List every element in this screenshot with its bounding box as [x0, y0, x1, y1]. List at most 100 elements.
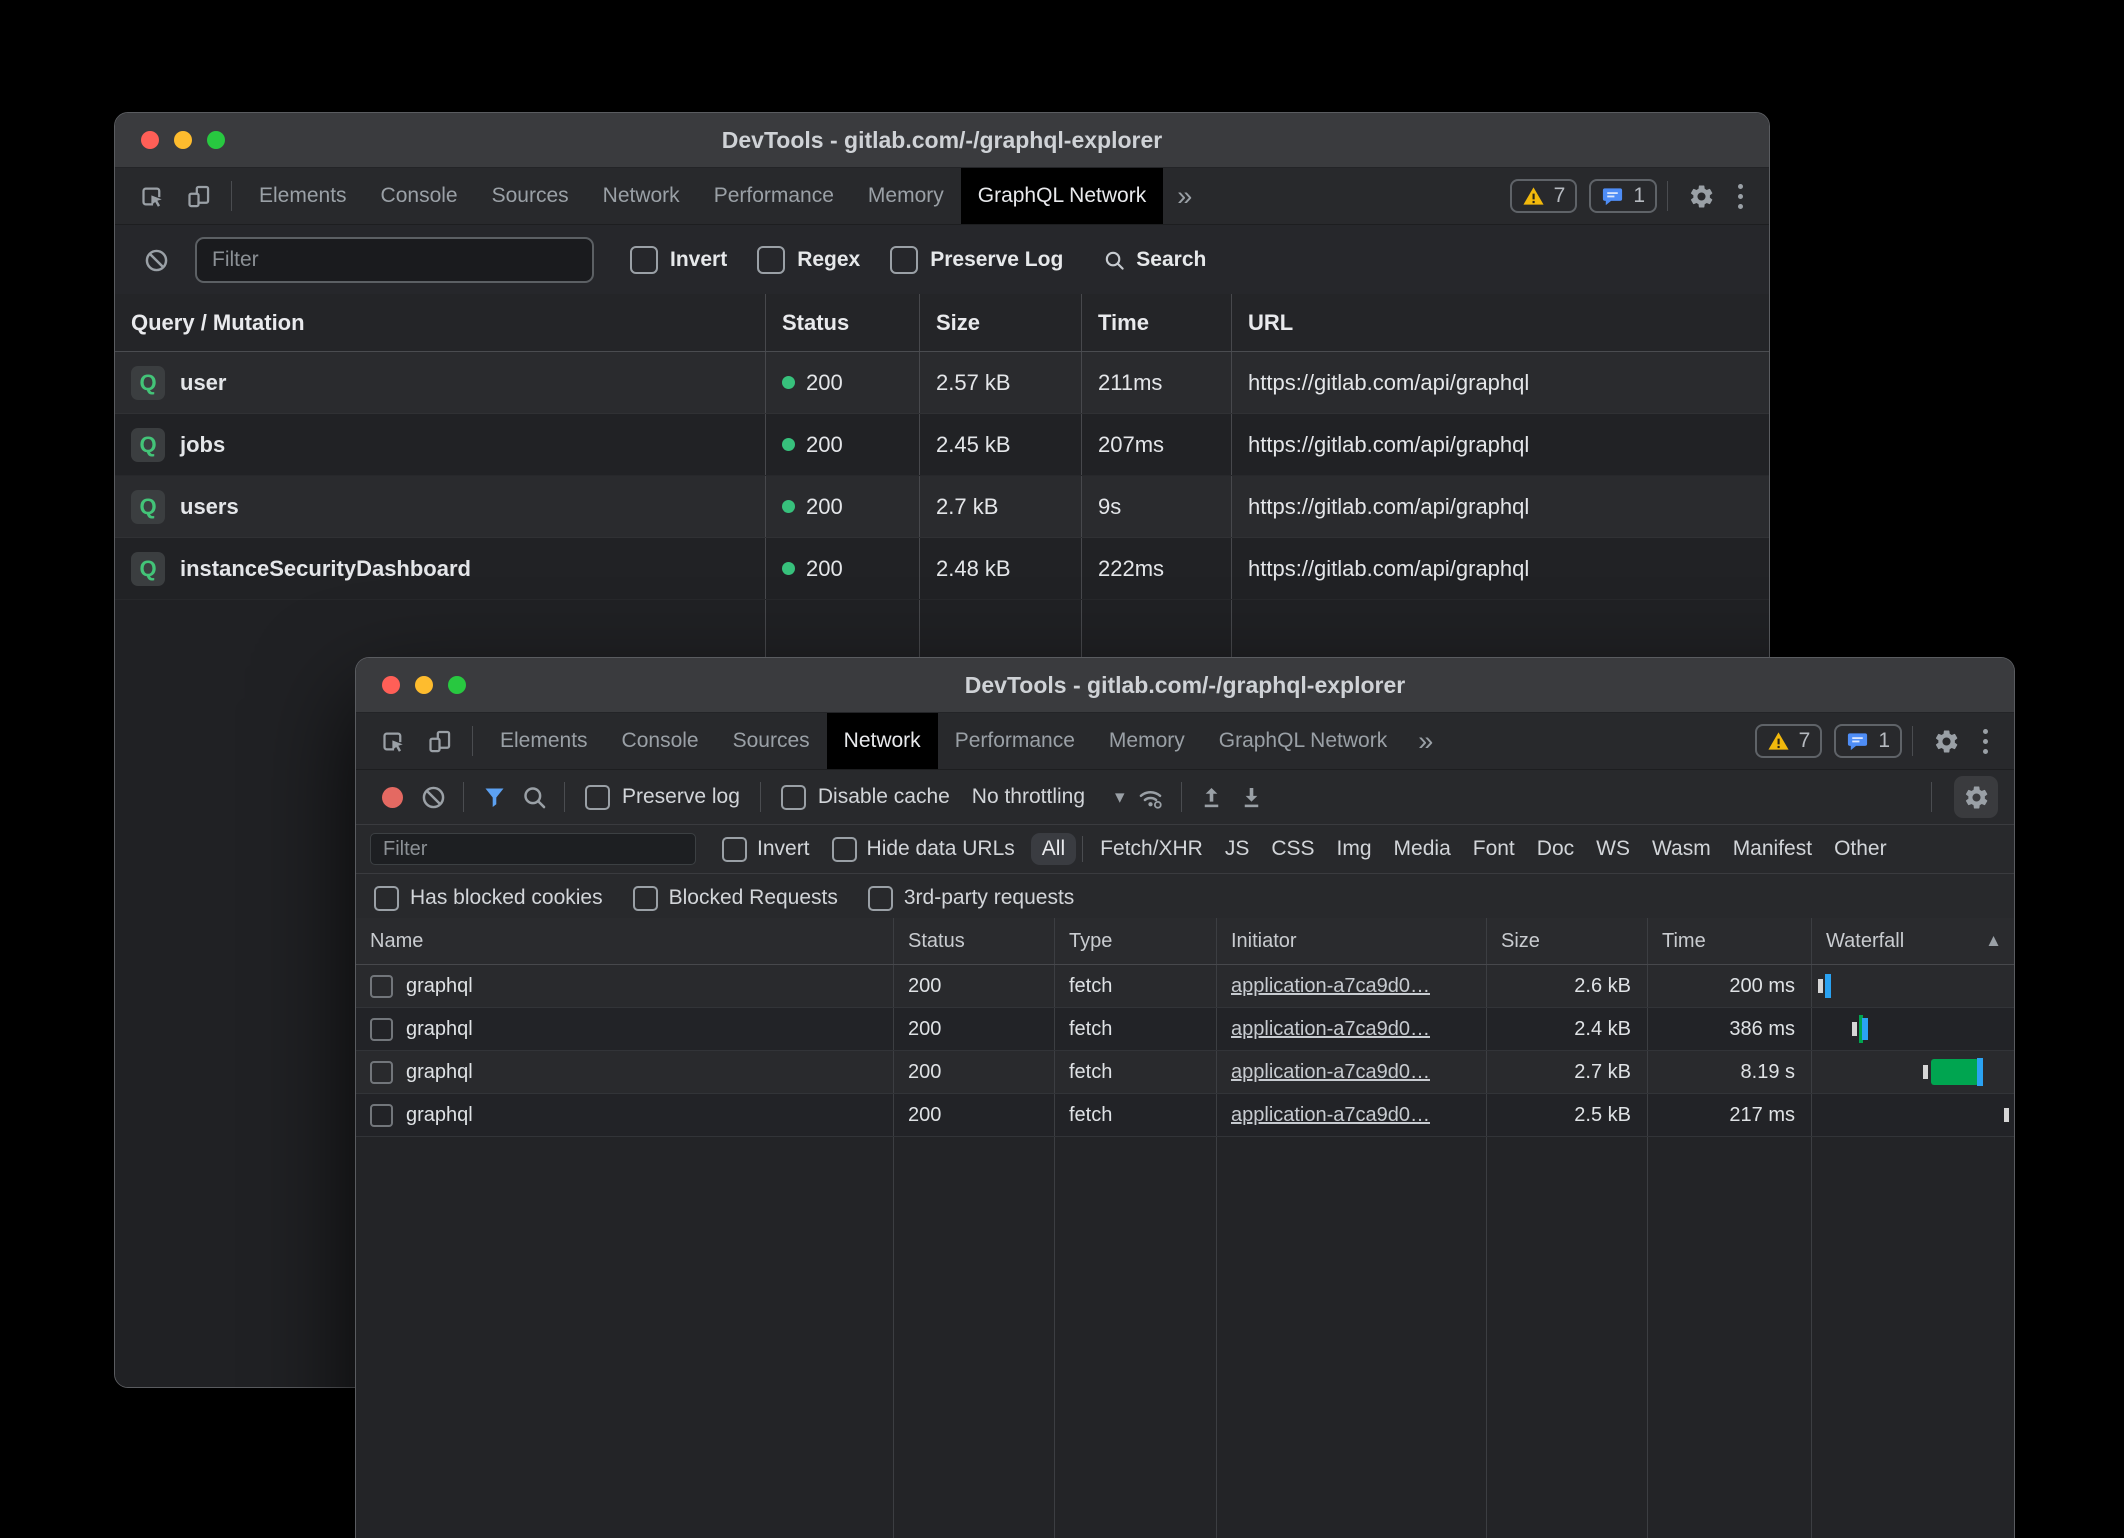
tab-performance[interactable]: Performance	[938, 713, 1092, 769]
checkbox[interactable]	[630, 246, 658, 274]
header-status[interactable]: Status	[766, 294, 920, 351]
tab-console[interactable]: Console	[364, 168, 475, 224]
checkbox[interactable]	[722, 837, 747, 862]
header-waterfall[interactable]: Waterfall ▲	[1812, 918, 2014, 964]
invert-checkbox[interactable]: Invert	[722, 837, 810, 862]
header-query-mutation[interactable]: Query / Mutation	[115, 294, 766, 351]
tab-network[interactable]: Network	[827, 713, 938, 769]
invert-checkbox[interactable]: Invert	[630, 246, 727, 274]
preserve-log-checkbox[interactable]: Preserve log	[585, 785, 740, 810]
initiator-link[interactable]: application-a7ca9d0…	[1231, 1061, 1430, 1084]
checkbox[interactable]	[757, 246, 785, 274]
type-chip-css[interactable]: CSS	[1260, 833, 1325, 865]
more-tabs-chevron-icon[interactable]: »	[1404, 726, 1447, 757]
tab-elements[interactable]: Elements	[483, 713, 605, 769]
table-row[interactable]: Q users 200 2.7 kB 9s https://gitlab.com…	[115, 476, 1769, 538]
hide-data-urls-checkbox[interactable]: Hide data URLs	[832, 837, 1015, 862]
type-chip-fetch-xhr[interactable]: Fetch/XHR	[1089, 833, 1214, 865]
export-har-icon[interactable]	[1232, 776, 1272, 818]
kebab-menu-icon[interactable]	[1969, 729, 2002, 754]
header-type[interactable]: Type	[1055, 918, 1217, 964]
type-chip-doc[interactable]: Doc	[1526, 833, 1585, 865]
row-checkbox[interactable]	[370, 975, 393, 998]
table-row[interactable]: Q instanceSecurityDashboard 200 2.48 kB …	[115, 538, 1769, 600]
checkbox[interactable]	[868, 886, 893, 911]
close-button[interactable]	[141, 131, 159, 149]
minimize-button[interactable]	[415, 676, 433, 694]
messages-badge[interactable]: 1	[1834, 724, 1902, 758]
type-chip-other[interactable]: Other	[1823, 833, 1898, 865]
header-status[interactable]: Status	[894, 918, 1055, 964]
initiator-link[interactable]: application-a7ca9d0…	[1231, 1104, 1430, 1127]
preserve-log-checkbox[interactable]: Preserve Log	[890, 246, 1063, 274]
clear-icon[interactable]	[133, 239, 179, 281]
header-initiator[interactable]: Initiator	[1217, 918, 1487, 964]
checkbox[interactable]	[374, 886, 399, 911]
header-size[interactable]: Size	[920, 294, 1082, 351]
device-toolbar-icon[interactable]	[175, 175, 221, 217]
has-blocked-cookies-checkbox[interactable]: Has blocked cookies	[374, 886, 603, 911]
settings-gear-icon[interactable]	[1678, 175, 1724, 217]
row-checkbox[interactable]	[370, 1018, 393, 1041]
tab-graphql-network[interactable]: GraphQL Network	[1202, 713, 1404, 769]
header-size[interactable]: Size	[1487, 918, 1648, 964]
filter-input[interactable]	[195, 237, 594, 283]
type-chip-all[interactable]: All	[1031, 833, 1076, 865]
table-row[interactable]: Q jobs 200 2.45 kB 207ms https://gitlab.…	[115, 414, 1769, 476]
device-toolbar-icon[interactable]	[416, 720, 462, 762]
tab-memory[interactable]: Memory	[1092, 713, 1202, 769]
checkbox[interactable]	[585, 785, 610, 810]
tab-performance[interactable]: Performance	[697, 168, 851, 224]
minimize-button[interactable]	[174, 131, 192, 149]
network-settings-button[interactable]	[1954, 776, 1998, 818]
tab-network[interactable]: Network	[586, 168, 697, 224]
clear-network-log-icon[interactable]	[413, 776, 453, 818]
type-chip-manifest[interactable]: Manifest	[1722, 833, 1823, 865]
filter-input[interactable]	[370, 833, 696, 865]
blocked-requests-checkbox[interactable]: Blocked Requests	[633, 886, 838, 911]
throttling-dropdown[interactable]: No throttling ▾	[972, 785, 1125, 809]
table-row[interactable]: graphql 200 fetch application-a7ca9d0… 2…	[356, 1051, 2014, 1094]
tab-elements[interactable]: Elements	[242, 168, 364, 224]
close-button[interactable]	[382, 676, 400, 694]
more-tabs-chevron-icon[interactable]: »	[1163, 181, 1206, 212]
tab-memory[interactable]: Memory	[851, 168, 961, 224]
record-button[interactable]	[382, 787, 403, 808]
tab-sources[interactable]: Sources	[475, 168, 586, 224]
network-conditions-icon[interactable]	[1131, 776, 1171, 818]
tab-console[interactable]: Console	[605, 713, 716, 769]
type-chip-ws[interactable]: WS	[1585, 833, 1641, 865]
type-chip-font[interactable]: Font	[1462, 833, 1526, 865]
table-row[interactable]: graphql 200 fetch application-a7ca9d0… 2…	[356, 965, 2014, 1008]
kebab-menu-icon[interactable]	[1724, 184, 1757, 209]
table-row[interactable]: graphql 200 fetch application-a7ca9d0… 2…	[356, 1094, 2014, 1137]
type-chip-js[interactable]: JS	[1214, 833, 1261, 865]
type-chip-wasm[interactable]: Wasm	[1641, 833, 1722, 865]
inspect-element-icon[interactable]	[370, 720, 416, 762]
warnings-badge[interactable]: 7	[1510, 179, 1578, 213]
header-time[interactable]: Time	[1082, 294, 1232, 351]
import-har-icon[interactable]	[1192, 776, 1232, 818]
messages-badge[interactable]: 1	[1589, 179, 1657, 213]
table-row[interactable]: graphql 200 fetch application-a7ca9d0… 2…	[356, 1008, 2014, 1051]
row-checkbox[interactable]	[370, 1061, 393, 1084]
checkbox[interactable]	[890, 246, 918, 274]
header-time[interactable]: Time	[1648, 918, 1812, 964]
initiator-link[interactable]: application-a7ca9d0…	[1231, 1018, 1430, 1041]
type-chip-img[interactable]: Img	[1326, 833, 1383, 865]
search-icon[interactable]	[514, 776, 554, 818]
filter-funnel-icon[interactable]	[474, 776, 514, 818]
tab-sources[interactable]: Sources	[716, 713, 827, 769]
zoom-button[interactable]	[207, 131, 225, 149]
warnings-badge[interactable]: 7	[1755, 724, 1823, 758]
third-party-requests-checkbox[interactable]: 3rd-party requests	[868, 886, 1074, 911]
initiator-link[interactable]: application-a7ca9d0…	[1231, 975, 1430, 998]
header-url[interactable]: URL	[1232, 294, 1769, 351]
settings-gear-icon[interactable]	[1923, 720, 1969, 762]
search-control[interactable]: Search	[1103, 248, 1206, 272]
type-chip-media[interactable]: Media	[1383, 833, 1462, 865]
table-row[interactable]: Q user 200 2.57 kB 211ms https://gitlab.…	[115, 352, 1769, 414]
checkbox[interactable]	[832, 837, 857, 862]
checkbox[interactable]	[781, 785, 806, 810]
zoom-button[interactable]	[448, 676, 466, 694]
